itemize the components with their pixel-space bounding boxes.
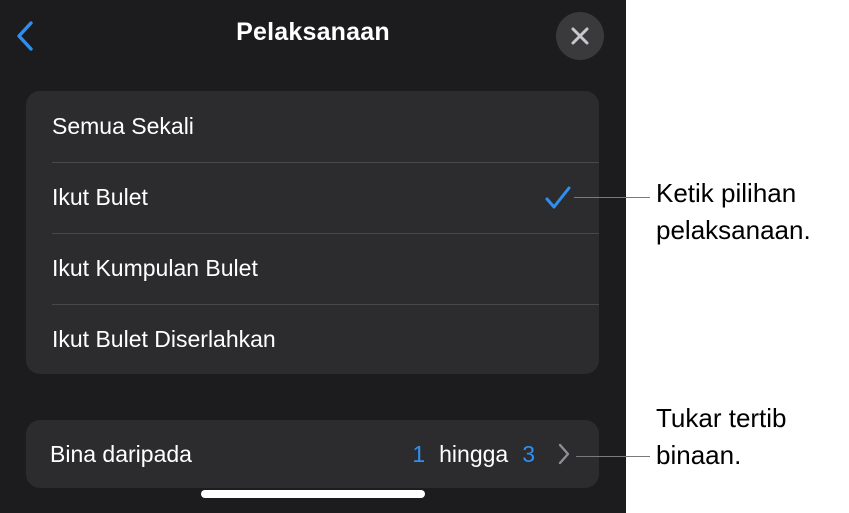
option-all-at-once[interactable]: Semua Sekali [26,91,599,162]
option-label: Ikut Bulet Diserlahkan [52,326,276,352]
build-from-value: 1 [412,440,426,467]
close-button[interactable] [556,12,604,60]
option-by-bullet-group[interactable]: Ikut Kumpulan Bulet [26,233,599,304]
page-title: Pelaksanaan [236,18,390,46]
delivery-panel: Pelaksanaan Semua Sekali Ikut Bulet Ikut… [0,0,626,513]
option-label: Ikut Bulet [52,184,148,210]
option-label: Semua Sekali [52,113,194,139]
page: Pelaksanaan Semua Sekali Ikut Bulet Ikut… [0,0,849,513]
build-from-row[interactable]: Bina daripada 1 hingga 3 [26,420,599,488]
checkmark-icon [545,186,571,208]
option-by-bullet[interactable]: Ikut Bulet [26,162,599,233]
build-to-value: 3 [522,440,535,467]
nav-bar: Pelaksanaan [0,0,626,72]
home-indicator[interactable] [201,490,425,498]
option-by-highlighted-bullet[interactable]: Ikut Bulet Diserlahkan [26,304,599,374]
callout-line-build-order [576,456,650,457]
close-icon [571,27,589,45]
callout-line-delivery [574,197,650,198]
chevron-right-icon [558,443,570,465]
callout-build-order-text: Tukar tertib binaan. [656,403,787,470]
callout-delivery-text: Ketik pilihan pelaksanaan. [656,178,811,245]
build-range: 1 hingga 3 [412,420,571,488]
option-label: Ikut Kumpulan Bulet [52,255,258,281]
delivery-options-list: Semua Sekali Ikut Bulet Ikut Kumpulan Bu… [26,91,599,374]
build-connector: hingga [439,440,509,467]
build-label: Bina daripada [50,440,192,467]
